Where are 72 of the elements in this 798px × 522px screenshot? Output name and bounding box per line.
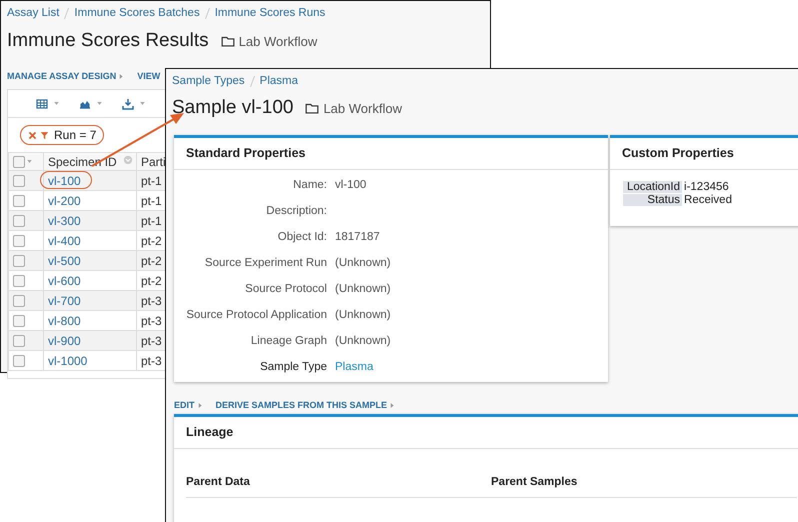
checkbox[interactable] (13, 215, 25, 228)
caret-icon (389, 402, 396, 408)
checkbox[interactable] (13, 156, 25, 168)
folder-icon (305, 101, 320, 115)
table-cell: pt-2 (141, 234, 162, 248)
filter-icon (40, 130, 49, 140)
table-cell: pt-3 (141, 334, 162, 348)
checkbox[interactable] (13, 295, 25, 308)
filter-chip[interactable]: Run = 7 (20, 125, 104, 145)
property-label: Source Protocol (244, 283, 327, 295)
folder-label: Lab Workflow (323, 100, 402, 116)
page-title: Immune Scores Results (7, 30, 209, 52)
table-cell: pt-3 (141, 294, 162, 308)
column-header: Parent Data (186, 476, 251, 488)
filter-label: Run = 7 (54, 128, 96, 142)
menu-link[interactable]: VIEW (137, 71, 160, 81)
checkbox[interactable] (13, 355, 25, 368)
table-icon (36, 98, 48, 110)
breadcrumb-link[interactable]: Assay List (7, 7, 60, 19)
property-label: Name: (292, 179, 327, 191)
property-value: (Unknown) (335, 257, 391, 269)
property-value: vl-100 (335, 179, 366, 191)
folder-label: Lab Workflow (238, 34, 318, 48)
table-cell: pt-3 (141, 354, 162, 368)
breadcrumb-link[interactable]: Immune Scores Runs (214, 7, 326, 19)
download-icon (122, 98, 134, 110)
property-label: Source Protocol Application (185, 309, 327, 321)
action-link[interactable]: DERIVE SAMPLES FROM THIS SAMPLE (216, 400, 388, 410)
panel-title: Standard Properties (174, 138, 608, 170)
checkbox[interactable] (13, 275, 25, 288)
checkbox[interactable] (13, 195, 25, 208)
property-value: 1817187 (335, 231, 380, 243)
page-title: Sample vl-100 (172, 97, 294, 119)
property-label: Description: (265, 205, 327, 217)
action-link[interactable]: EDIT (174, 400, 195, 410)
property-value: (Unknown) (335, 335, 391, 347)
property-label: Object Id: (276, 231, 327, 243)
property-link[interactable]: Plasma (335, 361, 374, 373)
checkbox[interactable] (13, 315, 25, 328)
property-value: Received (683, 194, 732, 206)
checkbox[interactable] (13, 235, 25, 248)
table-cell: pt-1 (141, 214, 162, 228)
caret-icon (118, 72, 126, 80)
table-cell: pt-3 (141, 314, 162, 328)
checkbox[interactable] (13, 175, 25, 188)
table-cell: pt-2 (141, 274, 162, 288)
caret-icon (123, 155, 133, 165)
property-label: Source Experiment Run (204, 257, 327, 269)
property-label: LocationId (622, 181, 682, 193)
panel-title: Lineage (174, 417, 798, 449)
property-value: (Unknown) (335, 309, 391, 321)
property-label: Lineage Graph (250, 335, 327, 347)
property-value: i-123456 (683, 181, 730, 193)
column-header: Parent Samples (491, 476, 578, 488)
table-cell: pt-1 (141, 174, 162, 188)
toolbar-button[interactable] (122, 98, 147, 110)
checkbox[interactable] (13, 335, 25, 348)
property-label: Sample Type (259, 361, 327, 373)
folder-icon (220, 34, 235, 48)
close-icon (28, 130, 37, 140)
checkbox[interactable] (13, 255, 25, 268)
caret-icon (196, 402, 204, 408)
property-label: Status (622, 194, 682, 206)
toolbar-button[interactable] (36, 98, 61, 110)
breadcrumb-link[interactable]: Sample Types (172, 75, 245, 87)
property-value: (Unknown) (335, 283, 391, 295)
menu-link[interactable]: MANAGE ASSAY DESIGN (7, 71, 116, 81)
panel-title: Custom Properties (610, 138, 798, 170)
breadcrumb-link[interactable]: Plasma (260, 75, 298, 87)
table-cell: pt-2 (141, 254, 162, 268)
breadcrumb-link[interactable]: Immune Scores Batches (74, 7, 200, 19)
table-cell: pt-1 (141, 194, 162, 208)
